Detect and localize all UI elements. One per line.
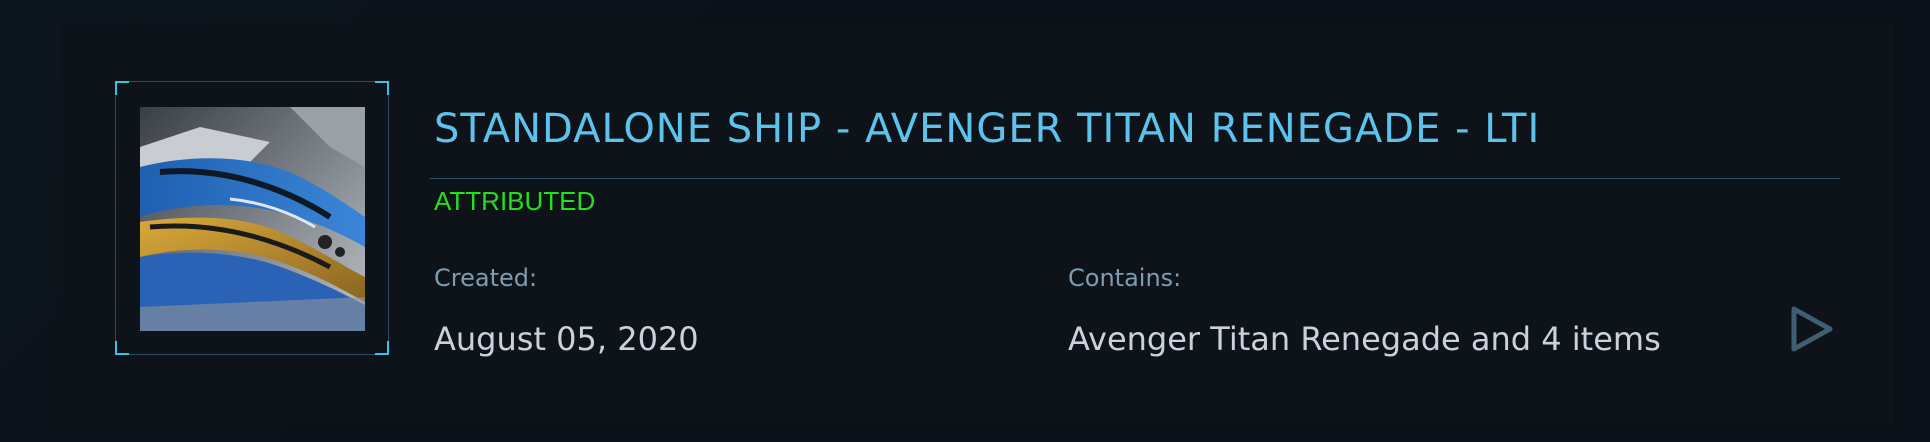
contains-label: Contains:: [1068, 264, 1182, 292]
pledge-title: STANDALONE SHIP - AVENGER TITAN RENEGADE…: [434, 106, 1541, 152]
play-triangle-icon: [1791, 306, 1833, 352]
created-value: August 05, 2020: [434, 320, 699, 358]
expand-button[interactable]: [1790, 305, 1834, 353]
contains-value: Avenger Titan Renegade and 4 items: [1068, 320, 1661, 358]
frame-corner-bottom-left: [115, 341, 129, 355]
frame-corner-top-right: [375, 81, 389, 95]
status-badge: ATTRIBUTED: [434, 186, 596, 216]
frame-corner-top-left: [115, 81, 129, 95]
frame-corner-bottom-right: [375, 341, 389, 355]
ship-thumbnail[interactable]: [140, 107, 365, 331]
title-divider: [430, 178, 1840, 179]
created-label: Created:: [434, 264, 538, 292]
page: STANDALONE SHIP - AVENGER TITAN RENEGADE…: [0, 0, 1930, 442]
ship-image-icon: [140, 107, 365, 331]
